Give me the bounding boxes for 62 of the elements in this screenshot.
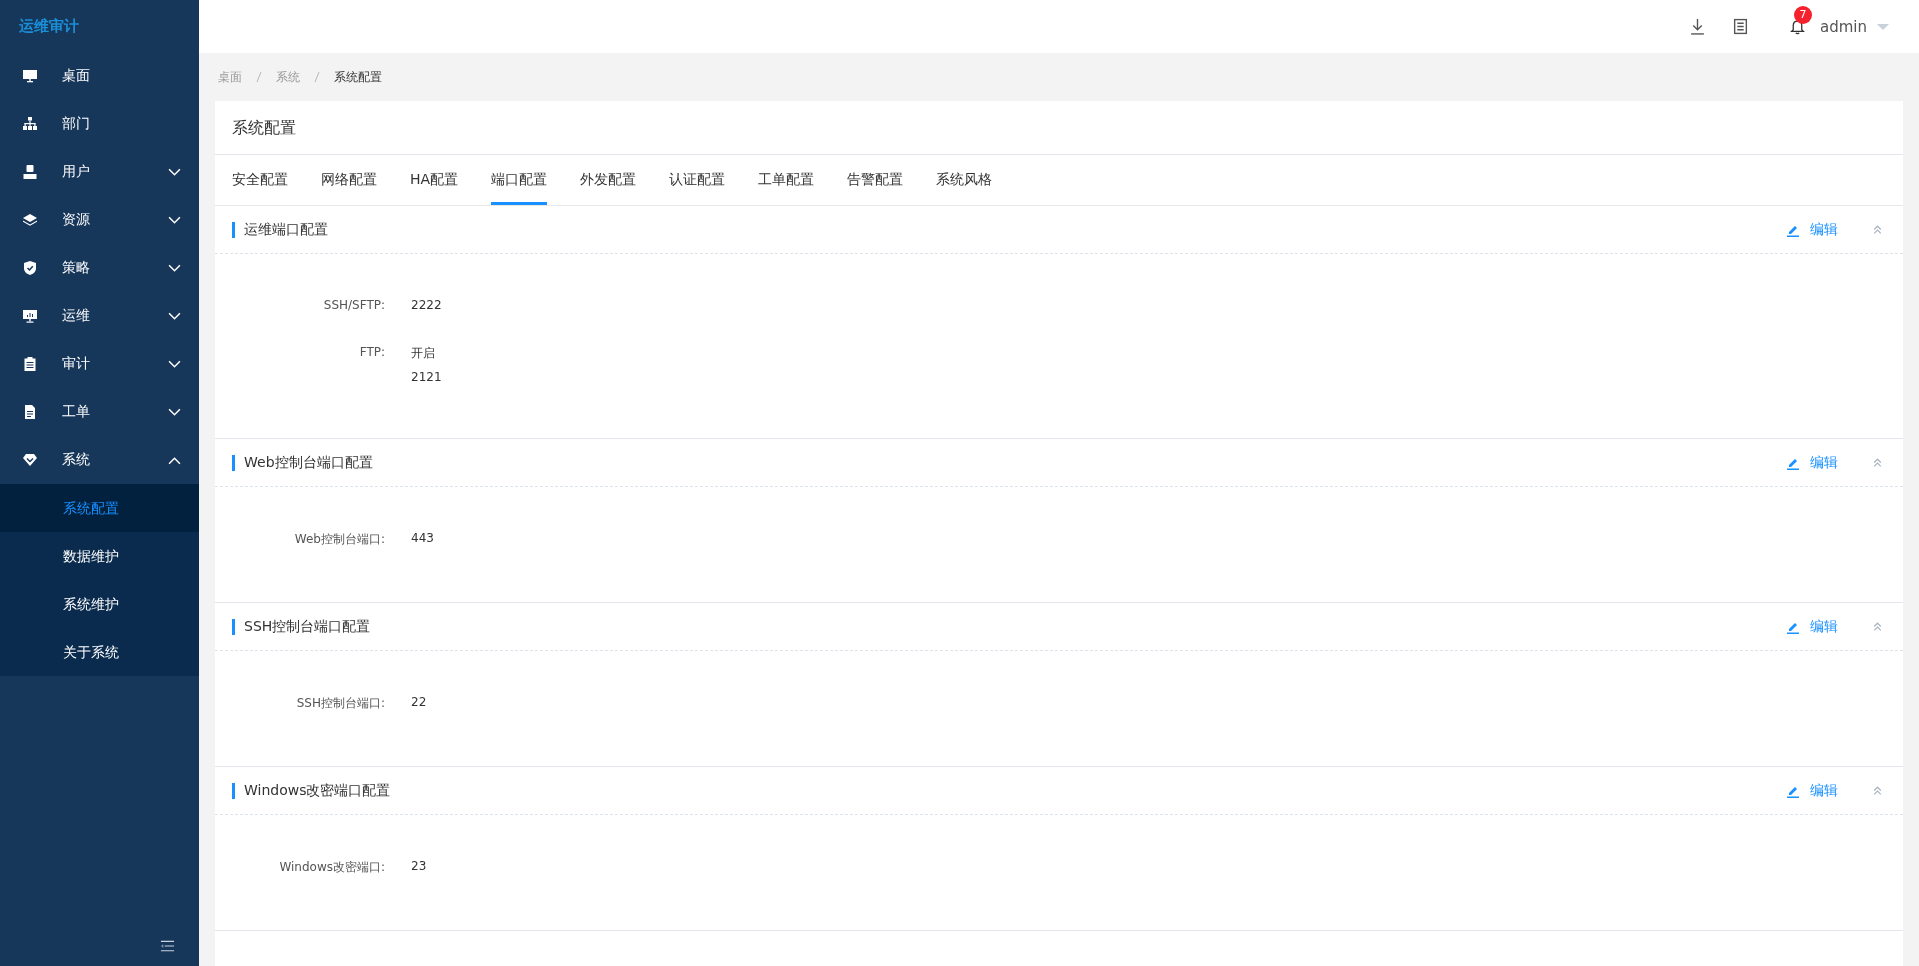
- diamond-icon: [22, 452, 38, 468]
- breadcrumb-separator-icon: [256, 71, 262, 83]
- section-marker: [232, 454, 235, 471]
- section-title: 运维端口配置: [244, 220, 329, 239]
- layers-icon: [22, 212, 38, 228]
- field-value: 23: [411, 859, 427, 873]
- sidebar-item[interactable]: 资源: [0, 196, 199, 244]
- user-icon: [22, 164, 38, 180]
- breadcrumb-current: 系统配置: [334, 68, 382, 86]
- sidebar-item[interactable]: 审计: [0, 340, 199, 388]
- clipboard-icon: [22, 356, 38, 372]
- field-label: SSH/SFTP:: [322, 298, 385, 312]
- tab[interactable]: 端口配置: [491, 155, 548, 205]
- field-label: Windows改密端口:: [278, 859, 385, 876]
- tab[interactable]: 告警配置: [847, 155, 904, 205]
- submenu-item[interactable]: 系统维护: [0, 580, 199, 628]
- sidebar-item[interactable]: 部门: [0, 100, 199, 148]
- sidebar-item[interactable]: 策略: [0, 244, 199, 292]
- field-value: 443: [411, 531, 434, 545]
- section-title: Web控制台端口配置: [244, 453, 374, 472]
- collapse-menu-icon[interactable]: [160, 940, 175, 952]
- document-icon: [22, 404, 38, 420]
- card-title: 系统配置: [215, 101, 1903, 155]
- shield-icon: [22, 260, 38, 276]
- sidebar-item[interactable]: 系统: [0, 436, 199, 484]
- tab[interactable]: HA配置: [410, 155, 459, 205]
- sidebar-item[interactable]: 运维: [0, 292, 199, 340]
- user-menu[interactable]: admin: [1820, 17, 1889, 36]
- field-value: 2121: [411, 370, 442, 384]
- notification-bell-icon[interactable]: [1789, 18, 1806, 35]
- field-label: Web控制台端口:: [293, 531, 385, 548]
- app-logo-text: 运维审计: [18, 16, 79, 37]
- tab[interactable]: 外发配置: [580, 155, 637, 205]
- monitor-icon: [22, 68, 38, 84]
- section-marker: [232, 782, 235, 799]
- submenu-item[interactable]: 系统配置: [0, 484, 199, 532]
- sidebar-item[interactable]: 用户: [0, 148, 199, 196]
- section-title: Windows改密端口配置: [244, 781, 392, 800]
- sidebar-item[interactable]: 工单: [0, 388, 199, 436]
- section-marker: [232, 618, 235, 635]
- caret-icon: [1877, 23, 1889, 30]
- tab[interactable]: 认证配置: [669, 155, 726, 205]
- tab[interactable]: 网络配置: [321, 155, 377, 205]
- notification-count-badge: 7: [1794, 6, 1812, 24]
- field-value: 22: [411, 695, 427, 709]
- tab[interactable]: 安全配置: [232, 155, 288, 205]
- field-value: 开启: [411, 345, 436, 362]
- org-chart-icon: [22, 116, 38, 132]
- download-icon[interactable]: [1689, 18, 1706, 35]
- sidebar-item[interactable]: 桌面: [0, 52, 199, 100]
- field-label: FTP:: [358, 345, 385, 361]
- screen-chart-icon: [22, 308, 38, 324]
- field-label: SSH控制台端口:: [295, 695, 385, 712]
- submenu-item[interactable]: 关于系统: [0, 628, 199, 676]
- field-value: 2222: [411, 298, 442, 312]
- breadcrumb-separator-icon: [314, 71, 320, 83]
- section-title: SSH控制台端口配置: [244, 617, 372, 636]
- submenu-item[interactable]: 数据维护: [0, 532, 199, 580]
- section-marker: [232, 221, 235, 238]
- tab[interactable]: 系统风格: [936, 155, 993, 205]
- tab[interactable]: 工单配置: [758, 155, 815, 205]
- list-document-icon[interactable]: [1732, 18, 1749, 35]
